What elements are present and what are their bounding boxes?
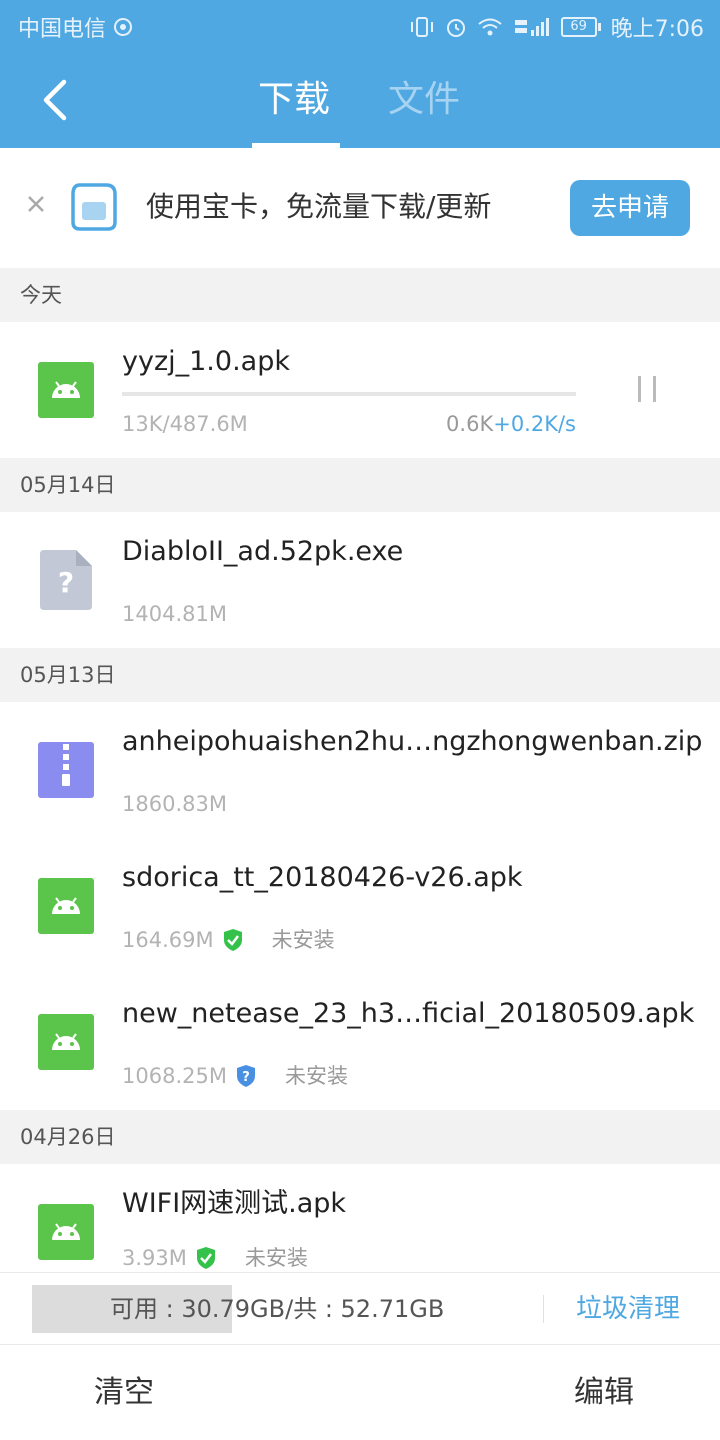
- tab-files[interactable]: 文件: [388, 74, 460, 126]
- android-apk-icon: [38, 1204, 94, 1260]
- carrier-name: 中国电信: [18, 17, 107, 42]
- download-item[interactable]: sdorica_tt_20180426-v26.apk 164.69M 未安装: [0, 838, 720, 974]
- clock: 晚上7:06: [610, 17, 704, 42]
- junk-clean-button[interactable]: 垃圾清理: [576, 1291, 680, 1327]
- file-meta: 1404.81M: [122, 600, 227, 628]
- section-header-0514: 05月14日: [0, 458, 720, 512]
- install-status: 未安装: [284, 1064, 348, 1088]
- clear-button[interactable]: 清空: [94, 1371, 154, 1415]
- sim-card-icon: [71, 183, 117, 231]
- file-meta: 3.93M 未安装: [122, 1244, 308, 1272]
- file-meta: 164.69M 未安装: [122, 926, 335, 954]
- edit-button[interactable]: 编辑: [574, 1371, 634, 1415]
- battery-level: 69: [560, 17, 597, 37]
- speed-boost: +0.2K/s: [493, 412, 576, 436]
- download-item[interactable]: yyzj_1.0.apk 13K/487.6M 0.6K+0.2K/s: [0, 322, 720, 458]
- signal-icon: [514, 18, 549, 36]
- download-item[interactable]: ? DiabloII_ad.52pk.exe 1404.81M: [0, 512, 720, 648]
- verified-shield-icon: [223, 929, 242, 951]
- tab-download[interactable]: 下载: [258, 74, 330, 126]
- verified-shield-icon: [196, 1247, 215, 1269]
- file-name: anheipohuaishen2hu…ngzhongwenban.zip: [122, 726, 703, 757]
- status-bar: 中国电信 69 晚上7:06: [0, 0, 720, 52]
- vibrate-icon: [410, 17, 433, 37]
- wifi-icon: [477, 18, 502, 36]
- android-apk-icon: [38, 362, 94, 418]
- install-status: 未安装: [271, 928, 335, 952]
- promo-text: 使用宝卡，免流量下载/更新: [146, 190, 492, 223]
- storage-text: 可用 : 30.79GB/共 : 52.71GB: [110, 1295, 445, 1323]
- svg-text:?: ?: [58, 566, 74, 599]
- apply-button[interactable]: 去申请: [570, 180, 690, 236]
- unknown-file-icon: ?: [40, 550, 92, 610]
- top-app-bar: 下载 文件: [0, 52, 720, 148]
- svg-text:?: ?: [242, 1070, 250, 1085]
- speed-base: 0.6K: [446, 412, 494, 436]
- status-right: 69 晚上7:06: [409, 11, 704, 43]
- storage-bar: 可用 : 30.79GB/共 : 52.71GB 垃圾清理: [0, 1272, 720, 1344]
- file-size: 1404.81M: [122, 602, 227, 626]
- file-name: sdorica_tt_20180426-v26.apk: [122, 862, 523, 893]
- download-progress-bar: [122, 392, 576, 396]
- zip-file-icon: [38, 742, 94, 798]
- app-notification-icon: [114, 18, 133, 36]
- android-apk-icon: [38, 878, 94, 934]
- file-meta: 1068.25M ? 未安装: [122, 1062, 348, 1090]
- promo-banner: 使用宝卡，免流量下载/更新 去申请: [0, 148, 720, 266]
- security-shield-icon: ?: [236, 1065, 255, 1087]
- file-meta: 1860.83M: [122, 790, 227, 818]
- file-name: yyzj_1.0.apk: [122, 346, 290, 377]
- section-header-0426: 04月26日: [0, 1110, 720, 1164]
- download-item[interactable]: anheipohuaishen2hu…ngzhongwenban.zip 186…: [0, 702, 720, 838]
- download-speed: 0.6K+0.2K/s: [446, 410, 576, 438]
- section-header-today: 今天: [0, 268, 720, 322]
- file-size: 1860.83M: [122, 792, 227, 816]
- install-status: 未安装: [244, 1246, 308, 1270]
- battery-icon: 69: [560, 17, 601, 37]
- bottom-action-bar: 清空 编辑: [0, 1344, 720, 1440]
- file-size: 1068.25M: [122, 1064, 227, 1088]
- file-size: 3.93M: [122, 1246, 187, 1270]
- file-name: new_netease_23_h3…ficial_20180509.apk: [122, 998, 695, 1029]
- divider: [543, 1295, 544, 1323]
- close-icon[interactable]: [24, 192, 48, 216]
- file-name: WIFI网速测试.apk: [122, 1188, 347, 1219]
- pause-icon[interactable]: [636, 376, 658, 402]
- android-apk-icon: [38, 1014, 94, 1070]
- file-size: 164.69M: [122, 928, 214, 952]
- download-progress-info: 13K/487.6M 0.6K+0.2K/s: [122, 410, 576, 438]
- download-item[interactable]: new_netease_23_h3…ficial_20180509.apk 10…: [0, 974, 720, 1110]
- progress-text: 13K/487.6M: [122, 412, 248, 436]
- back-icon[interactable]: [34, 74, 78, 126]
- carrier-group: 中国电信: [18, 11, 134, 43]
- section-header-0513: 05月13日: [0, 648, 720, 702]
- alarm-icon: [446, 19, 465, 37]
- download-item[interactable]: WIFI网速测试.apk 3.93M 未安装: [0, 1164, 720, 1272]
- file-name: DiabloII_ad.52pk.exe: [122, 536, 404, 567]
